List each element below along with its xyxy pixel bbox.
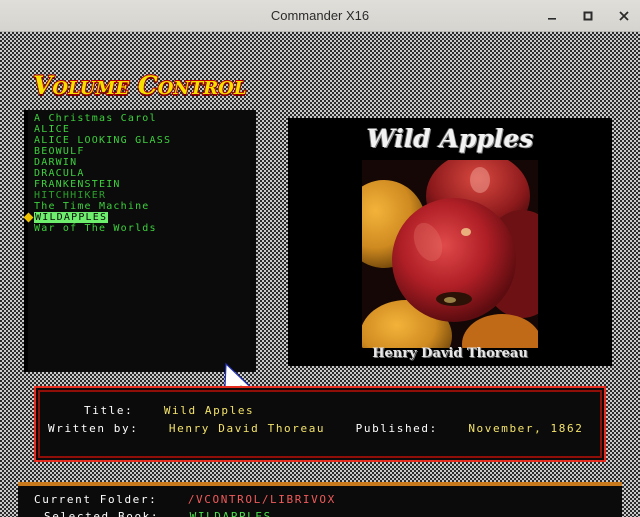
app-logo: Volume Control: [32, 70, 248, 101]
current-folder-line: Current Folder: /VCONTROL/LIBRIVOX: [34, 493, 336, 506]
book-list-item[interactable]: WILDAPPLES: [23, 212, 256, 223]
minimize-icon: [548, 17, 556, 20]
book-info-inner: Title: Wild Apples Written by: Henry Dav…: [38, 390, 602, 458]
selected-book-line: Selected Book: WILDAPPLES: [44, 510, 272, 517]
book-list-panel[interactable]: A Christmas Carol ALICE ALICE LOOKING GLAS…: [23, 110, 264, 420]
book-list-rows: A Christmas Carol ALICE ALICE LOOKING GLAS…: [23, 113, 256, 234]
book-list-item[interactable]: DARWIN: [28, 157, 256, 168]
book-list-item[interactable]: War of The Worlds: [28, 223, 256, 234]
cover-photo: [362, 160, 538, 348]
selected-book-value: WILDAPPLES: [189, 510, 272, 517]
commander-x16-window: Commander X16 Volume Control A Christmas…: [0, 0, 640, 517]
info-title-line: Title: Wild Apples: [84, 404, 254, 417]
book-list-item[interactable]: A Christmas Carol: [28, 113, 256, 124]
book-list-item-label: ALICE: [34, 124, 71, 135]
cover-title: Wild Apples: [366, 124, 534, 153]
maximize-button[interactable]: [580, 8, 596, 24]
info-author-line: Written by: Henry David Thoreau Publishe…: [48, 422, 583, 435]
book-info-panel: Title: Wild Apples Written by: Henry Dav…: [34, 386, 606, 462]
book-list-item-label: DARWIN: [34, 157, 78, 168]
book-list-item-label: War of The Worlds: [34, 223, 157, 234]
book-list-item[interactable]: ALICE: [28, 124, 256, 135]
maximize-icon: [583, 11, 593, 20]
window-controls: [544, 0, 632, 31]
info-published-label: Published:: [355, 422, 438, 435]
book-list-item-label: ALICE LOOKING GLASS: [34, 135, 172, 146]
close-icon: [619, 10, 629, 21]
book-cover-panel: Wild Apples Henry David Thoreau: [288, 118, 612, 366]
book-list-item-label: DRACULA: [34, 168, 85, 179]
book-list-item-label: BEOWULF: [34, 146, 85, 157]
book-list-item[interactable]: ALICE LOOKING GLASS: [28, 135, 256, 146]
current-folder-value: /VCONTROL/LIBRIVOX: [187, 493, 336, 506]
book-list-item-label: WILDAPPLES: [34, 212, 109, 223]
cx16-screen: Volume Control A Christmas Carol ALICE ALI…: [0, 32, 640, 517]
info-published-value: November, 1862: [468, 422, 584, 435]
book-list-item[interactable]: HITCHHIKER: [28, 190, 256, 201]
book-list-item[interactable]: FRANKENSTEIN: [28, 179, 256, 190]
info-title-label: Title:: [84, 404, 134, 417]
cover-author: Henry David Thoreau: [372, 346, 528, 361]
folder-status-panel: Current Folder: /VCONTROL/LIBRIVOX Selec…: [18, 482, 622, 517]
close-button[interactable]: [616, 8, 632, 24]
book-list-item[interactable]: BEOWULF: [28, 146, 256, 157]
book-list-item-label: A Christmas Carol: [34, 113, 157, 124]
window-titlebar: Commander X16: [0, 0, 640, 32]
info-author-value: Henry David Thoreau: [168, 422, 326, 435]
book-list-item-label: The Time Machine: [34, 201, 150, 212]
info-title-value: Wild Apples: [163, 404, 255, 417]
book-list-item-label: FRANKENSTEIN: [34, 179, 121, 190]
book-list-item[interactable]: DRACULA: [28, 168, 256, 179]
minimize-button[interactable]: [544, 8, 560, 24]
info-author-label: Written by:: [48, 422, 139, 435]
book-list-item-label: HITCHHIKER: [34, 190, 107, 201]
current-folder-label: Current Folder:: [34, 493, 158, 506]
selected-book-label: Selected Book:: [44, 510, 160, 517]
book-list-item[interactable]: The Time Machine: [28, 201, 256, 212]
apples-photo-icon: [362, 160, 538, 348]
